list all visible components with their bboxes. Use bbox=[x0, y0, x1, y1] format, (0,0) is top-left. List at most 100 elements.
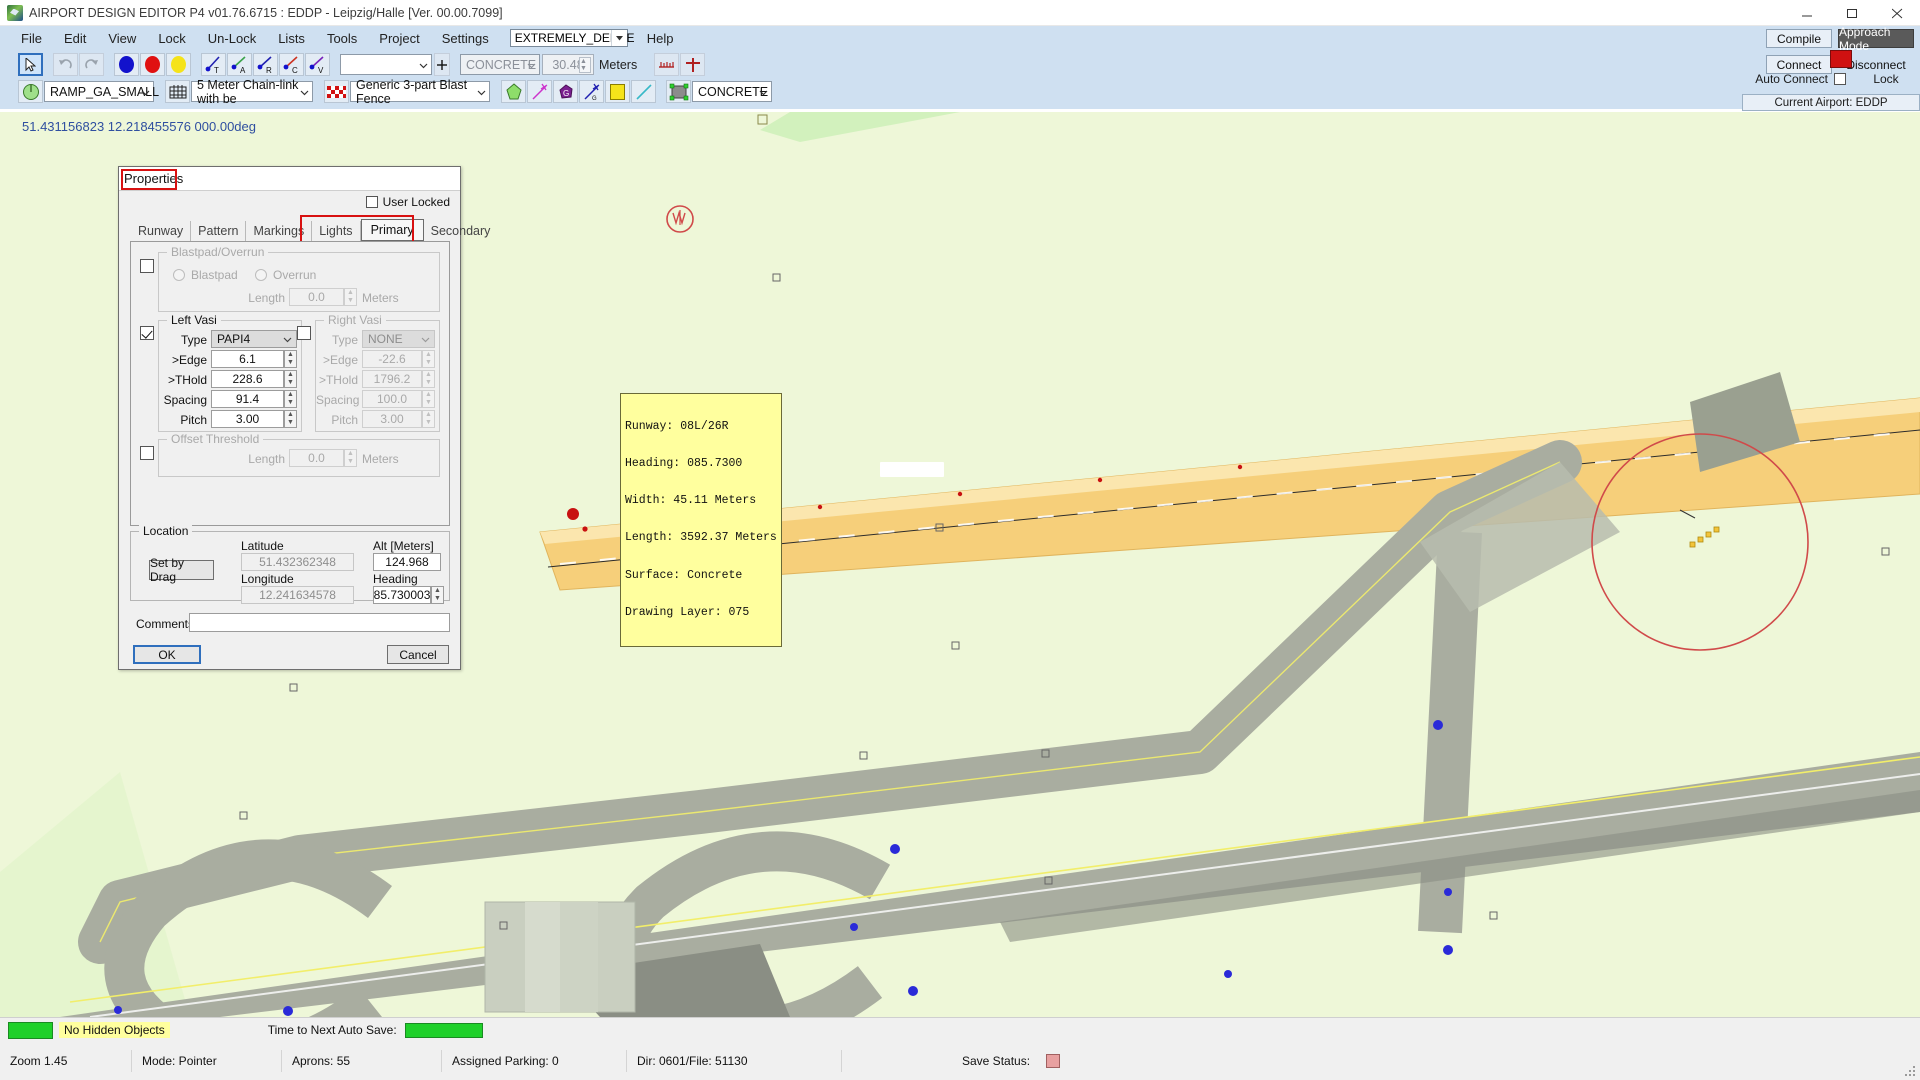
taxiway-V-icon[interactable]: V bbox=[305, 53, 330, 76]
menu-file[interactable]: File bbox=[10, 28, 53, 49]
left-vasi-pitch-stepper[interactable]: ▲ ▼ bbox=[284, 410, 297, 428]
blastpad-length-stepper[interactable]: ▲ ▼ bbox=[344, 288, 357, 306]
pointer-icon[interactable] bbox=[18, 53, 43, 76]
menu-lists[interactable]: Lists bbox=[267, 28, 316, 49]
tab-runway[interactable]: Runway bbox=[131, 221, 192, 241]
taxiway-T-icon[interactable]: T bbox=[201, 53, 226, 76]
approach-mode-button[interactable]: Approach Mode bbox=[1838, 25, 1914, 53]
diagonal-line-icon[interactable] bbox=[631, 80, 656, 103]
blast-fence-icon[interactable] bbox=[324, 80, 349, 103]
chevron-down-icon[interactable] bbox=[141, 85, 150, 99]
right-vasi-edge-field[interactable]: -22.6 bbox=[362, 350, 422, 368]
left-vasi-edge-field[interactable]: 6.1 bbox=[211, 350, 284, 368]
tab-lights[interactable]: Lights bbox=[312, 221, 361, 241]
latitude-field[interactable]: 51.432362348 bbox=[241, 553, 354, 571]
menu-help[interactable]: Help bbox=[636, 28, 685, 49]
menu-project[interactable]: Project bbox=[368, 28, 430, 49]
right-vasi-type-select[interactable]: NONE bbox=[362, 330, 435, 348]
taxiway-name-select[interactable] bbox=[340, 54, 432, 75]
fence-type-select[interactable]: 5 Meter Chain-link with be bbox=[191, 78, 313, 106]
parking-type-select[interactable]: RAMP_GA_SMALL bbox=[44, 81, 159, 102]
properties-dialog[interactable]: Properties User Locked Runway Pattern Ma… bbox=[118, 166, 490, 670]
yellow-square-icon[interactable] bbox=[605, 80, 630, 103]
right-vasi-enable-checkbox[interactable] bbox=[297, 326, 311, 340]
heading-field[interactable]: 85.730003 bbox=[373, 586, 431, 604]
maximize-icon[interactable] bbox=[1830, 0, 1875, 26]
blast-fence-select[interactable]: Generic 3-part Blast Fence bbox=[350, 78, 490, 106]
right-vasi-spacing-stepper[interactable]: ▲ ▼ bbox=[422, 390, 435, 408]
left-vasi-enable-checkbox[interactable] bbox=[140, 326, 154, 340]
width-stepper[interactable]: 30.48 ▲ ▼ bbox=[542, 54, 594, 75]
right-vasi-pitch-field[interactable]: 3.00 bbox=[362, 410, 422, 428]
chevron-down-icon[interactable] bbox=[527, 58, 536, 72]
red-ellipse-icon[interactable] bbox=[140, 53, 165, 76]
chevron-down-icon[interactable] bbox=[477, 85, 486, 99]
tab-primary[interactable]: Primary bbox=[360, 219, 424, 241]
undo-icon[interactable] bbox=[53, 53, 78, 76]
ruler-icon[interactable] bbox=[654, 53, 680, 76]
chevron-down-icon[interactable] bbox=[610, 30, 627, 46]
grid-icon[interactable] bbox=[165, 80, 190, 103]
comments-input[interactable] bbox=[189, 613, 450, 632]
chevron-down-icon[interactable] bbox=[300, 85, 309, 99]
cancel-button[interactable]: Cancel bbox=[387, 645, 449, 664]
user-locked-checkbox[interactable] bbox=[365, 196, 378, 208]
heading-stepper[interactable]: ▲ ▼ bbox=[431, 586, 444, 604]
menu-unlock[interactable]: Un-Lock bbox=[197, 28, 267, 49]
right-vasi-thold-stepper[interactable]: ▲ ▼ bbox=[422, 370, 435, 388]
purple-gate-icon[interactable]: G bbox=[553, 80, 578, 103]
overrun-radio[interactable] bbox=[255, 269, 267, 281]
left-vasi-pitch-field[interactable]: 3.00 bbox=[211, 410, 284, 428]
offset-threshold-enable-checkbox[interactable] bbox=[140, 446, 154, 460]
chevron-down-icon[interactable] bbox=[421, 332, 430, 346]
right-vasi-spacing-field[interactable]: 100.0 bbox=[362, 390, 422, 408]
chevron-down-icon[interactable] bbox=[419, 58, 428, 72]
compile-button[interactable]: Compile bbox=[1766, 29, 1832, 48]
chevron-down-icon[interactable] bbox=[759, 85, 768, 99]
menu-edit[interactable]: Edit bbox=[53, 28, 97, 49]
left-vasi-type-select[interactable]: PAPI4 bbox=[211, 330, 297, 348]
taxiway-R-icon[interactable]: R bbox=[253, 53, 278, 76]
crosshair-icon[interactable] bbox=[680, 53, 706, 76]
stepper-arrows-icon[interactable]: ▲ ▼ bbox=[579, 57, 591, 73]
blue-ellipse-icon[interactable] bbox=[114, 53, 139, 76]
redo-icon[interactable] bbox=[79, 53, 104, 76]
blastpad-radio[interactable] bbox=[173, 269, 185, 281]
parking-circle-icon[interactable] bbox=[18, 80, 43, 103]
selection-handles-icon[interactable] bbox=[666, 80, 691, 103]
density-select[interactable]: EXTREMELY_DENSE bbox=[509, 29, 635, 47]
resize-grip-icon[interactable] bbox=[1903, 1064, 1917, 1078]
navaid-icon[interactable]: G bbox=[579, 80, 604, 103]
left-vasi-spacing-field[interactable]: 91.4 bbox=[211, 390, 284, 408]
yellow-ellipse-icon[interactable] bbox=[166, 53, 191, 76]
menu-tools[interactable]: Tools bbox=[316, 28, 368, 49]
set-by-drag-button[interactable]: Set by Drag bbox=[149, 556, 214, 584]
chevron-down-icon[interactable] bbox=[283, 332, 292, 346]
taxiway-C-icon[interactable]: C bbox=[279, 53, 304, 76]
minimize-icon[interactable] bbox=[1785, 0, 1830, 26]
tab-markings[interactable]: Markings bbox=[246, 221, 313, 241]
left-vasi-thold-field[interactable]: 228.6 bbox=[211, 370, 284, 388]
magenta-star-icon[interactable] bbox=[527, 80, 552, 103]
tab-pattern[interactable]: Pattern bbox=[191, 221, 247, 241]
ok-button[interactable]: OK bbox=[133, 645, 201, 664]
tab-secondary[interactable]: Secondary bbox=[424, 221, 498, 241]
auto-connect-checkbox[interactable] bbox=[1834, 73, 1846, 85]
offset-threshold-length-stepper[interactable]: ▲ ▼ bbox=[344, 449, 357, 467]
blastpad-enable-checkbox[interactable] bbox=[140, 259, 154, 273]
blastpad-length-field[interactable]: 0.0 bbox=[289, 288, 344, 306]
left-vasi-spacing-stepper[interactable]: ▲ ▼ bbox=[284, 390, 297, 408]
surface-select[interactable]: CONCRETE bbox=[460, 54, 540, 75]
add-taxiway-name-button[interactable] bbox=[434, 53, 450, 76]
right-vasi-pitch-stepper[interactable]: ▲ ▼ bbox=[422, 410, 435, 428]
left-vasi-edge-stepper[interactable]: ▲ ▼ bbox=[284, 350, 297, 368]
menu-settings[interactable]: Settings bbox=[431, 28, 500, 49]
close-icon[interactable] bbox=[1875, 0, 1920, 26]
menu-view[interactable]: View bbox=[97, 28, 147, 49]
green-polygon-icon[interactable] bbox=[501, 80, 526, 103]
right-vasi-thold-field[interactable]: 1796.2 bbox=[362, 370, 422, 388]
lock-button[interactable]: Lock bbox=[1858, 72, 1914, 86]
surface2-select[interactable]: CONCRETE bbox=[692, 81, 772, 102]
menu-lock[interactable]: Lock bbox=[147, 28, 196, 49]
left-vasi-thold-stepper[interactable]: ▲ ▼ bbox=[284, 370, 297, 388]
